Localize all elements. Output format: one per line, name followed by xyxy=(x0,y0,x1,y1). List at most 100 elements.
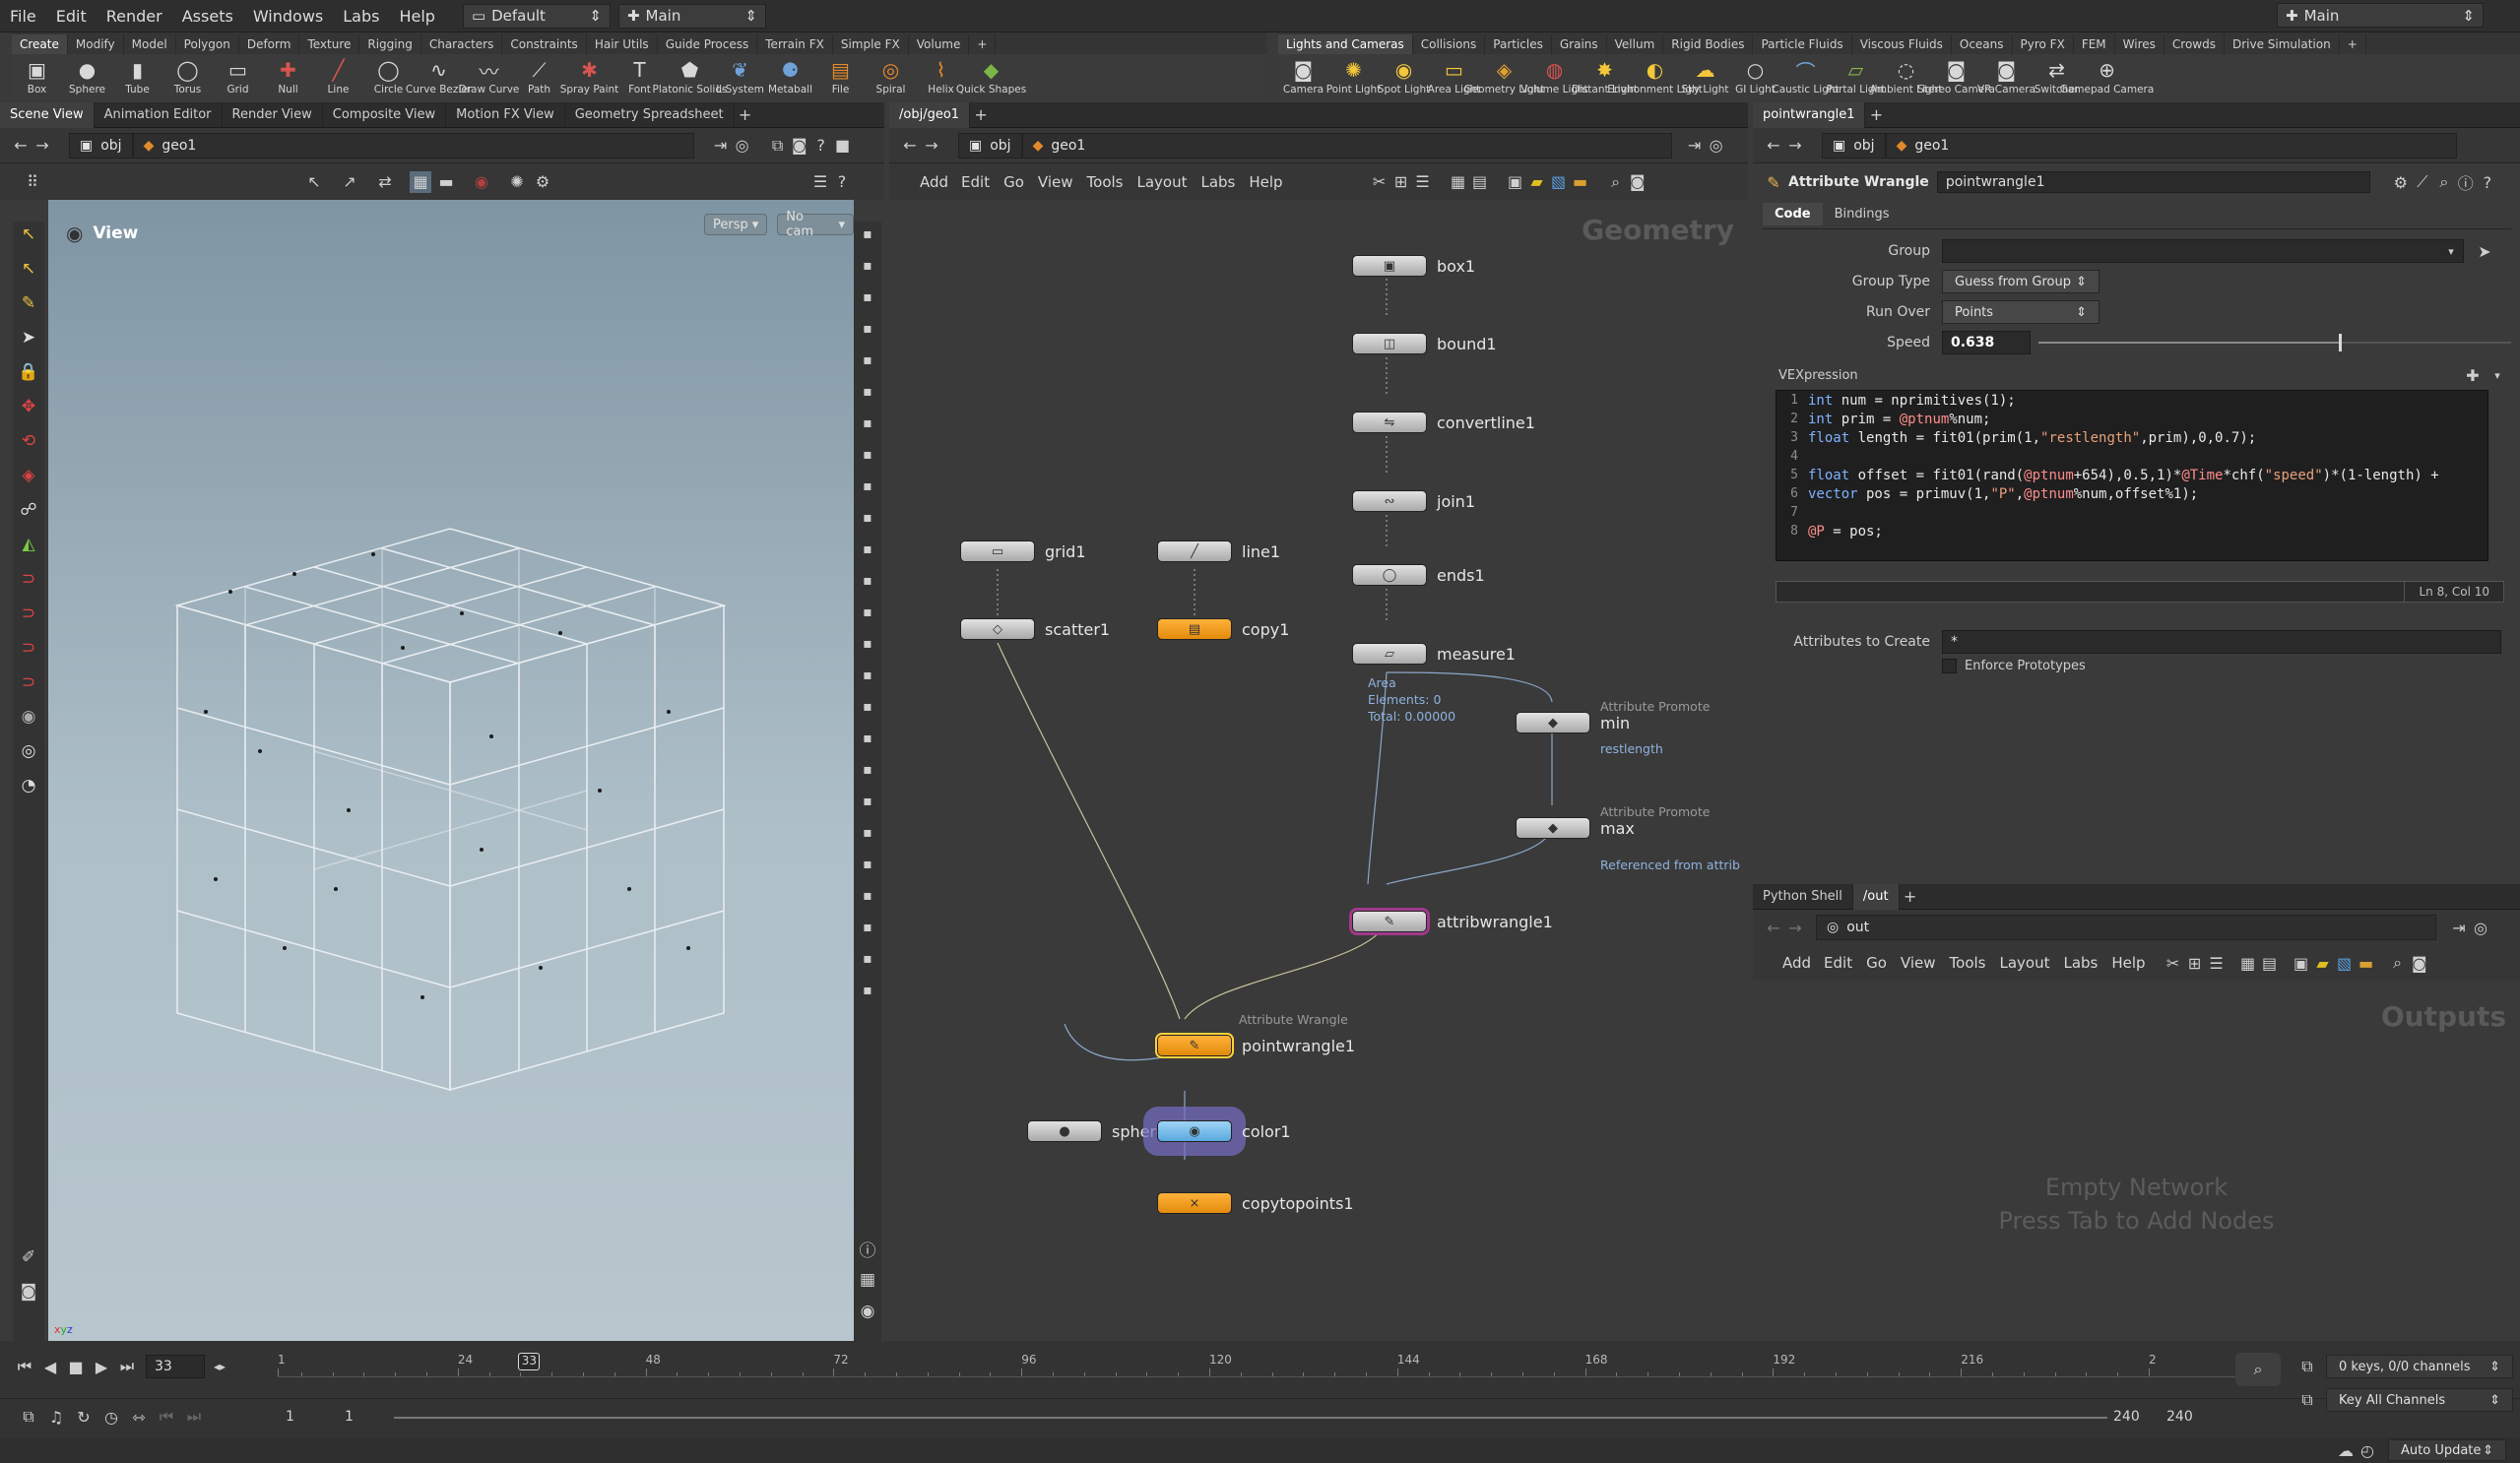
pointer-icon[interactable]: ➤ xyxy=(16,325,41,350)
chevron-down-icon[interactable]: ▾ xyxy=(2440,240,2462,262)
link-icon[interactable]: ◎ xyxy=(1706,135,1727,157)
shelf-tab[interactable]: Crowds xyxy=(2165,34,2225,54)
grid-view-icon[interactable]: ▦ xyxy=(2237,952,2259,974)
node-box1[interactable]: ▣ box1 xyxy=(1352,255,1475,277)
forward-icon[interactable]: → xyxy=(921,135,942,157)
current-frame-marker[interactable]: 33 xyxy=(518,1353,541,1370)
view-menu-icon[interactable]: ☰ xyxy=(809,171,831,193)
stop-icon[interactable]: ■ xyxy=(65,1356,87,1377)
note-icon[interactable]: ▣ xyxy=(1505,171,1526,193)
node-measure1[interactable]: ▱ measure1 xyxy=(1352,643,1516,665)
select-arrow-icon[interactable]: ➤ xyxy=(2474,240,2495,262)
orbit-icon[interactable]: ◎ xyxy=(16,738,41,764)
gear-icon[interactable]: ⚙ xyxy=(532,171,553,193)
out-menu-tools[interactable]: Tools xyxy=(1943,954,1993,972)
node-pointwrangle1[interactable]: ✎ pointwrangle1 xyxy=(1155,1033,1355,1058)
shelf-tab[interactable]: Viscous Fluids xyxy=(1852,34,1952,54)
add-tab-icon[interactable]: + xyxy=(735,104,756,126)
node-copytopoints1[interactable]: ⨯ copytopoints1 xyxy=(1157,1192,1354,1214)
tab-code[interactable]: Code xyxy=(1763,203,1823,225)
net-menu-help[interactable]: Help xyxy=(1242,173,1289,191)
n12-icon[interactable]: ▪ xyxy=(855,631,880,657)
add-spare-icon[interactable]: ✚ xyxy=(2462,364,2484,386)
draw-curve-tool[interactable]: 〰 Draw Curve xyxy=(459,54,520,101)
forward-icon[interactable]: → xyxy=(1784,135,1806,157)
file-tool[interactable]: ▤ File xyxy=(815,54,866,101)
caustic-light-tool[interactable]: ⌒ Caustic Light xyxy=(1772,54,1839,101)
bulb-icon[interactable]: ▪ xyxy=(855,411,880,436)
shelf-tab[interactable]: Vellum xyxy=(1607,34,1664,54)
node-grid1[interactable]: ▭ grid1 xyxy=(960,541,1086,562)
grid-view2-icon[interactable]: ▤ xyxy=(1469,171,1491,193)
shelf-tab[interactable]: Simple FX xyxy=(833,34,909,54)
eye-icon[interactable]: ◉ xyxy=(855,1299,880,1324)
attributes-field[interactable]: * xyxy=(1942,630,2501,654)
rotate-icon[interactable]: ⟲ xyxy=(16,428,41,454)
folder-icon[interactable]: ▬ xyxy=(2356,952,2377,974)
prev-key-icon[interactable]: ⏮ xyxy=(156,1406,177,1428)
net-menu-view[interactable]: View xyxy=(1031,173,1080,191)
desktop-select[interactable]: ▭ Default ⇕ xyxy=(462,3,611,29)
node-convertline1[interactable]: ⇋ convertline1 xyxy=(1352,412,1535,433)
tab-network[interactable]: /obj/geo1 xyxy=(889,101,971,128)
render-icon[interactable]: ◔ xyxy=(16,773,41,798)
out-menu-layout[interactable]: Layout xyxy=(1992,954,2056,972)
face-icon[interactable]: ▪ xyxy=(855,852,880,877)
metaball-tool[interactable]: ⚈ Metaball xyxy=(765,54,815,101)
tab-animation-editor[interactable]: Animation Editor xyxy=(95,101,223,128)
tab-scene-view[interactable]: Scene View xyxy=(0,101,95,128)
path-geo[interactable]: ◆ geo1 xyxy=(1021,132,1672,159)
node-sphere[interactable]: ● sphere xyxy=(1027,1120,1166,1142)
search-icon[interactable]: ⌕ xyxy=(2387,952,2409,974)
shelf-tab[interactable]: Volume xyxy=(909,34,970,54)
display-icon[interactable]: ▪ xyxy=(855,505,880,531)
info-icon[interactable]: ⓘ xyxy=(855,1236,880,1261)
jump-end-icon[interactable]: ⏭ xyxy=(116,1356,138,1377)
node-line1[interactable]: ╱ line1 xyxy=(1157,541,1280,562)
environment-light-tool[interactable]: ◐ Environment Light xyxy=(1607,54,1703,101)
tree-icon[interactable]: ⊞ xyxy=(2184,952,2206,974)
magnet3-icon[interactable]: ⊃ xyxy=(16,635,41,661)
folder-icon[interactable]: ▬ xyxy=(1570,171,1591,193)
node-join1[interactable]: ∾ join1 xyxy=(1352,490,1475,512)
path-obj[interactable]: ▣ obj xyxy=(958,132,1022,159)
shelf-tab[interactable]: Texture xyxy=(299,34,360,54)
loop-icon[interactable]: ↻ xyxy=(73,1406,95,1428)
search-icon[interactable]: ⌕ xyxy=(2433,171,2455,193)
shelf-tab[interactable]: Collisions xyxy=(1413,34,1486,54)
brush-icon[interactable]: ✎ xyxy=(16,290,41,316)
shelf-tab[interactable]: Rigid Bodies xyxy=(1663,34,1754,54)
path-out[interactable]: ◎ out xyxy=(1816,915,2436,940)
info-icon[interactable]: ⓘ xyxy=(2455,171,2477,193)
menu-render[interactable]: Render xyxy=(97,7,172,26)
spray-paint-tool[interactable]: ✱ Spray Paint xyxy=(560,54,619,101)
network-editor[interactable]: Geometry ▣ box1 ◫ bound1 ⇋ convertline1 ∾ join1… xyxy=(889,200,1748,1344)
grid-dots-icon[interactable]: ⠿ xyxy=(22,171,43,193)
key-all-icon[interactable]: ⧉ xyxy=(2296,1389,2318,1411)
wand-icon[interactable]: ⟋ xyxy=(2412,171,2433,193)
keys-info[interactable]: 0 keys, 0/0 channels ⇕ xyxy=(2326,1355,2513,1378)
shelf-tab[interactable]: Modify xyxy=(68,34,124,54)
net-menu-edit[interactable]: Edit xyxy=(954,173,997,191)
note-icon[interactable]: ▣ xyxy=(2291,952,2312,974)
shape-icon[interactable]: ▪ xyxy=(855,348,880,373)
shelf-tab[interactable]: Particles xyxy=(1485,34,1552,54)
display-opts-icon[interactable]: ▦ xyxy=(410,170,431,193)
shelf-tab[interactable]: Model xyxy=(124,34,176,54)
pin-icon[interactable]: ⇥ xyxy=(2448,917,2470,938)
auto-update-menu[interactable]: Auto Update ⇕ xyxy=(2388,1439,2506,1461)
snap-icon[interactable]: ▪ xyxy=(855,883,880,909)
lock-icon[interactable]: 🔒 xyxy=(16,359,41,385)
speed-slider[interactable] xyxy=(2038,331,2511,354)
step-icon[interactable]: ◂▸ xyxy=(209,1356,230,1377)
shelf-tab[interactable]: Create xyxy=(12,34,68,54)
out-menu-labs[interactable]: Labs xyxy=(2056,954,2104,972)
audio-icon[interactable]: ♫ xyxy=(45,1406,67,1428)
menu-edit[interactable]: Edit xyxy=(46,7,97,26)
line-tool[interactable]: ╱ Line xyxy=(313,54,363,101)
net-menu-tools[interactable]: Tools xyxy=(1080,173,1131,191)
eraser-icon[interactable]: ▪ xyxy=(855,663,880,688)
null-tool[interactable]: ✚ Null xyxy=(263,54,313,101)
range-start-2[interactable]: 1 xyxy=(345,1409,354,1425)
dot-icon[interactable]: ▪ xyxy=(855,537,880,562)
